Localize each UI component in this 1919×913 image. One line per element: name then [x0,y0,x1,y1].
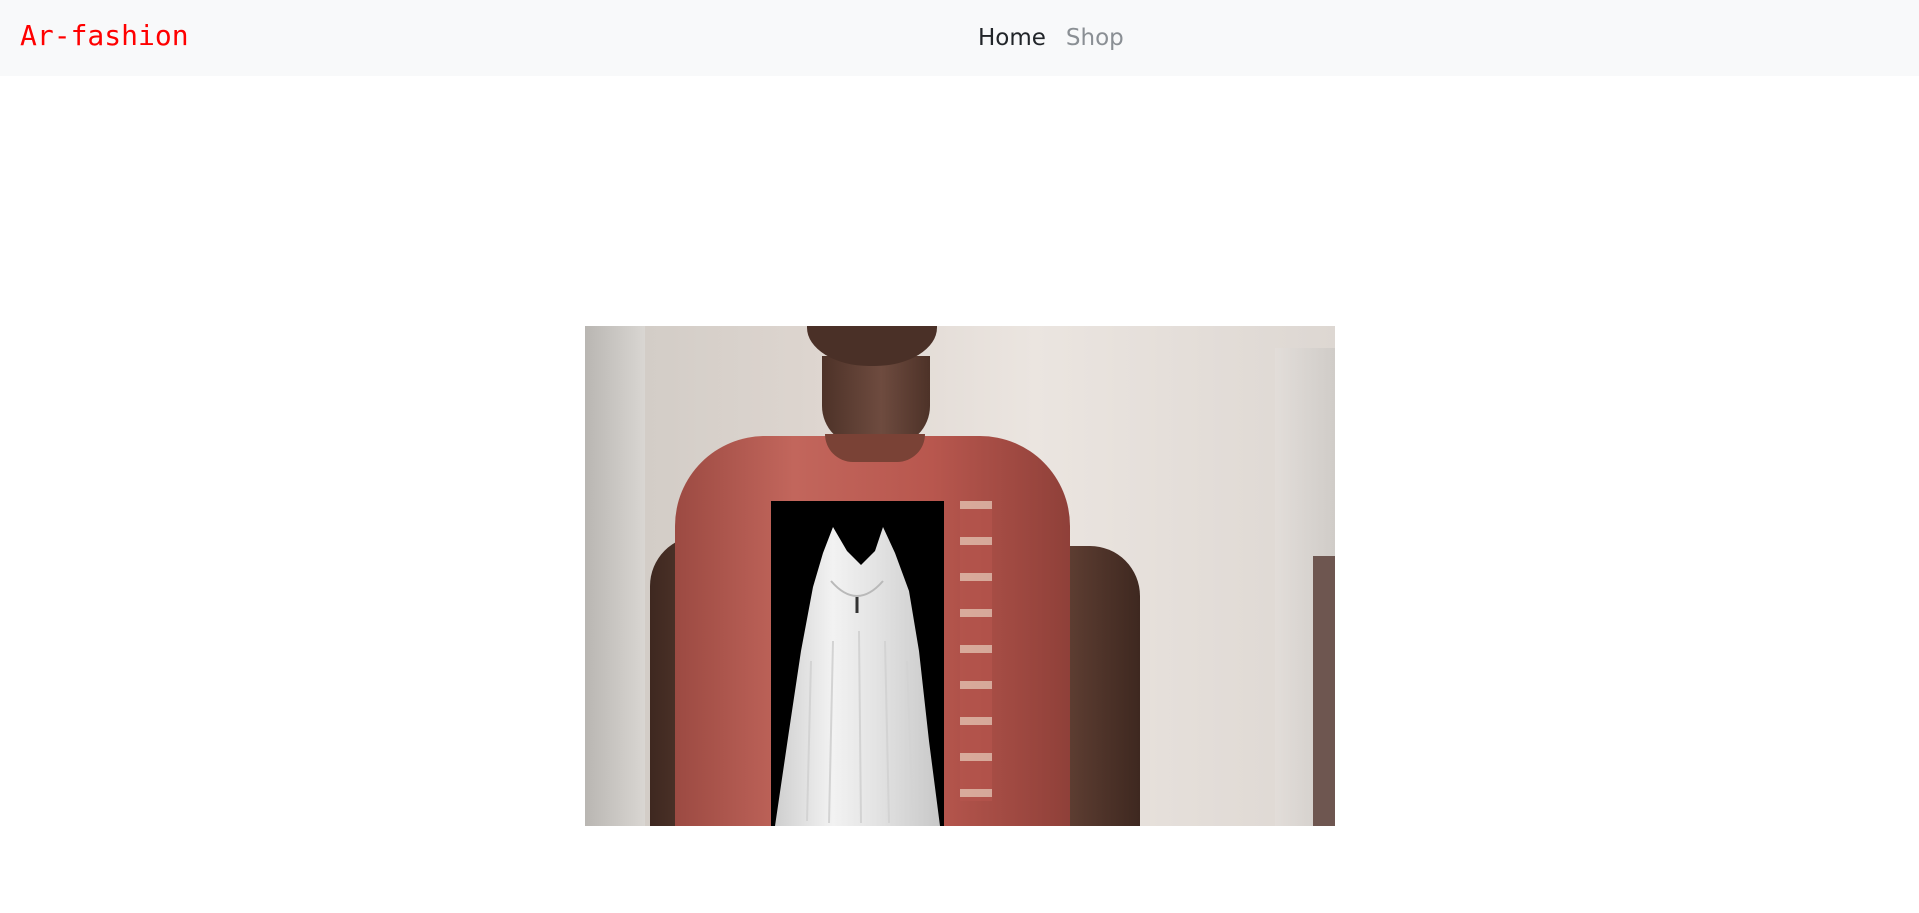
shirt-print [960,501,992,801]
person-neck [822,356,930,446]
dress-overlay-icon [775,527,940,826]
background-door-frame [1313,556,1335,826]
shirt-collar [825,434,925,462]
nav-link-home[interactable]: Home [978,20,1046,56]
navbar: Ar-fashion Home Shop [0,0,1919,76]
dress-overlay [771,501,944,826]
webcam-video-feed [585,326,1335,826]
nav-link-shop[interactable]: Shop [1066,20,1124,56]
nav-links: Home Shop [978,20,1124,56]
brand-logo[interactable]: Ar-fashion [20,18,189,54]
background-wall [585,326,645,826]
